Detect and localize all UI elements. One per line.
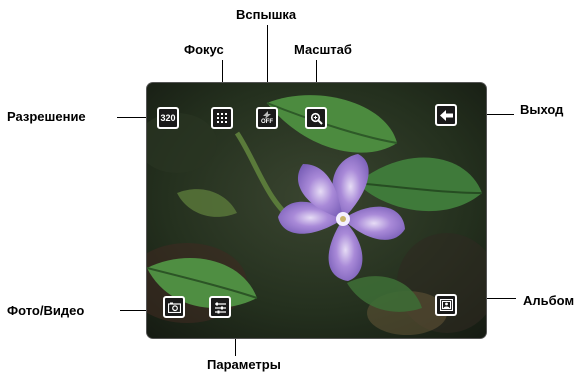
zoom-button[interactable] [305,107,327,129]
resolution-value: 320 [160,113,176,123]
photo-video-callout: Фото/Видео [7,303,85,318]
flash-state: OFF [261,119,273,125]
focus-button[interactable] [211,107,233,129]
flash-off-icon [263,111,271,119]
exit-callout: Выход [520,102,564,117]
settings-button[interactable] [209,296,231,318]
zoom-callout: Масштаб [294,42,352,57]
focus-callout: Фокус [184,42,224,57]
album-icon [439,299,453,311]
settings-sliders-icon [214,302,226,313]
album-callout: Альбом [523,293,575,308]
arrow-left-icon [439,109,453,121]
photo-video-button[interactable] [163,296,185,318]
settings-callout: Параметры [207,357,281,372]
resolution-button[interactable]: 320 [157,107,179,129]
focus-grid-icon [217,113,227,123]
flash-callout: Вспышка [236,7,297,22]
flash-button[interactable]: OFF [256,107,278,129]
zoom-icon [310,112,323,125]
exit-button[interactable] [435,104,457,126]
camera-viewfinder: 320 OFF [147,83,486,338]
album-button[interactable] [435,294,457,316]
camera-icon [167,302,181,313]
resolution-callout: Разрешение [7,109,86,124]
